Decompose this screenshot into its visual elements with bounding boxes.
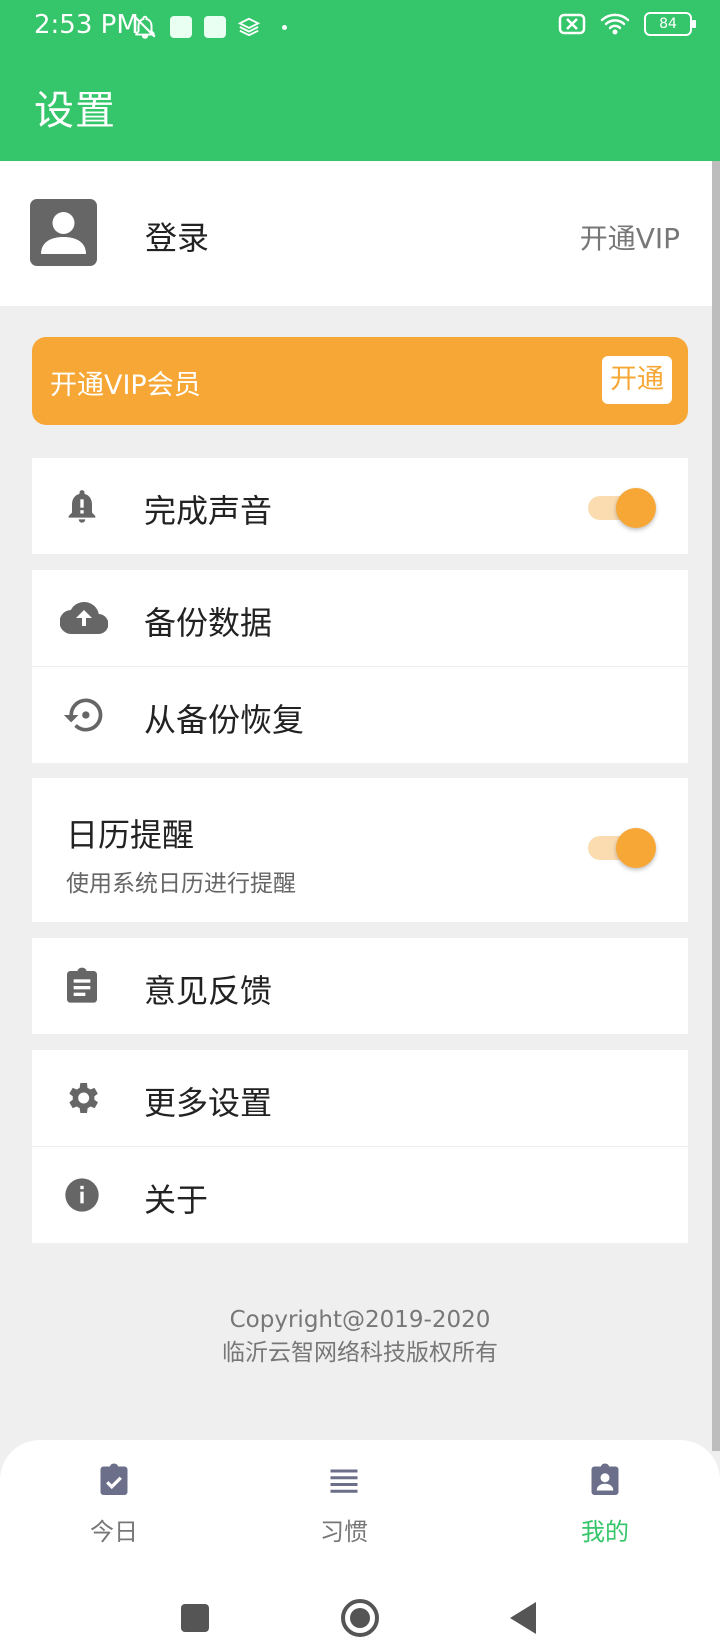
more-settings-row[interactable]: 更多设置: [32, 1050, 688, 1146]
about-row[interactable]: 关于: [32, 1146, 688, 1243]
home-button[interactable]: [340, 1598, 380, 1638]
login-label[interactable]: 登录: [145, 213, 209, 259]
app-notification-icon: [170, 16, 192, 38]
recents-button[interactable]: [181, 1604, 209, 1632]
back-button[interactable]: [508, 1600, 540, 1636]
calendar-card[interactable]: 日历提醒 使用系统日历进行提醒: [32, 778, 688, 922]
clipboard-check-icon: [100, 1463, 128, 1495]
complete-sound-label: 完成声音: [144, 492, 273, 530]
calendar-reminder-subtitle: 使用系统日历进行提醒: [66, 871, 296, 897]
about-label: 关于: [144, 1181, 209, 1219]
app-notification-icon: [204, 16, 226, 38]
status-system-icons: 84: [558, 12, 696, 36]
vip-link[interactable]: 开通VIP: [580, 217, 680, 257]
vip-open-button[interactable]: 开通: [602, 356, 672, 404]
sound-card: 完成声音: [32, 458, 688, 554]
status-time: 2:53 PM: [34, 10, 139, 40]
complete-sound-toggle[interactable]: [588, 488, 656, 528]
clipboard-text-icon: [67, 967, 97, 1003]
info-icon: [65, 1178, 99, 1212]
nav-mine[interactable]: 我的: [545, 1462, 665, 1547]
sim-off-icon: [558, 13, 586, 35]
app-header: 2:53 PM 84 设置: [0, 0, 720, 161]
backup-label: 备份数据: [144, 604, 273, 642]
account-card[interactable]: 登录 开通VIP: [0, 161, 712, 306]
nav-label: 今日: [90, 1518, 138, 1546]
gear-icon: [69, 1083, 98, 1113]
user-icon: [41, 212, 86, 254]
layers-icon: [238, 17, 260, 37]
clipboard-account-icon: [591, 1463, 619, 1495]
wifi-icon: [600, 13, 630, 35]
nav-habits[interactable]: 习惯: [284, 1462, 404, 1547]
restore-label: 从备份恢复: [144, 701, 305, 739]
calendar-reminder-title: 日历提醒: [66, 816, 195, 854]
vip-banner-text: 开通VIP会员: [50, 370, 201, 401]
more-settings-label: 更多设置: [144, 1084, 273, 1122]
status-notification-icons: [132, 14, 287, 40]
cloud-upload-icon: [60, 601, 108, 635]
misc-card: 更多设置 关于: [32, 1050, 688, 1243]
dot-icon: [282, 24, 287, 30]
bell-off-icon: [134, 15, 156, 39]
list-icon: [330, 1469, 358, 1493]
complete-sound-row[interactable]: 完成声音: [32, 458, 688, 554]
nav-today[interactable]: 今日: [54, 1462, 174, 1547]
backup-card: 备份数据 从备份恢复: [32, 570, 688, 763]
feedback-card: 意见反馈: [32, 938, 688, 1034]
backup-row[interactable]: 备份数据: [32, 570, 688, 666]
feedback-row[interactable]: 意见反馈: [32, 938, 688, 1034]
page-title: 设置: [34, 88, 116, 134]
system-navigation-bar: [0, 1570, 720, 1650]
company-line: 临沂云智网络科技版权所有: [222, 1340, 498, 1366]
feedback-label: 意见反馈: [144, 972, 273, 1010]
copyright-line: Copyright@2019-2020: [229, 1307, 491, 1333]
calendar-reminder-toggle[interactable]: [588, 828, 656, 868]
nav-label: 我的: [581, 1518, 629, 1546]
avatar[interactable]: [30, 199, 97, 266]
vip-banner[interactable]: 开通VIP会员 开通: [32, 337, 688, 425]
nav-label: 习惯: [320, 1518, 368, 1546]
battery-indicator: 84: [644, 12, 696, 36]
restore-icon: [63, 698, 103, 732]
bell-alert-icon: [68, 490, 96, 523]
scrollbar[interactable]: [712, 161, 720, 1451]
bottom-nav: 今日 习惯 我的: [0, 1440, 720, 1570]
restore-row[interactable]: 从备份恢复: [32, 666, 688, 763]
